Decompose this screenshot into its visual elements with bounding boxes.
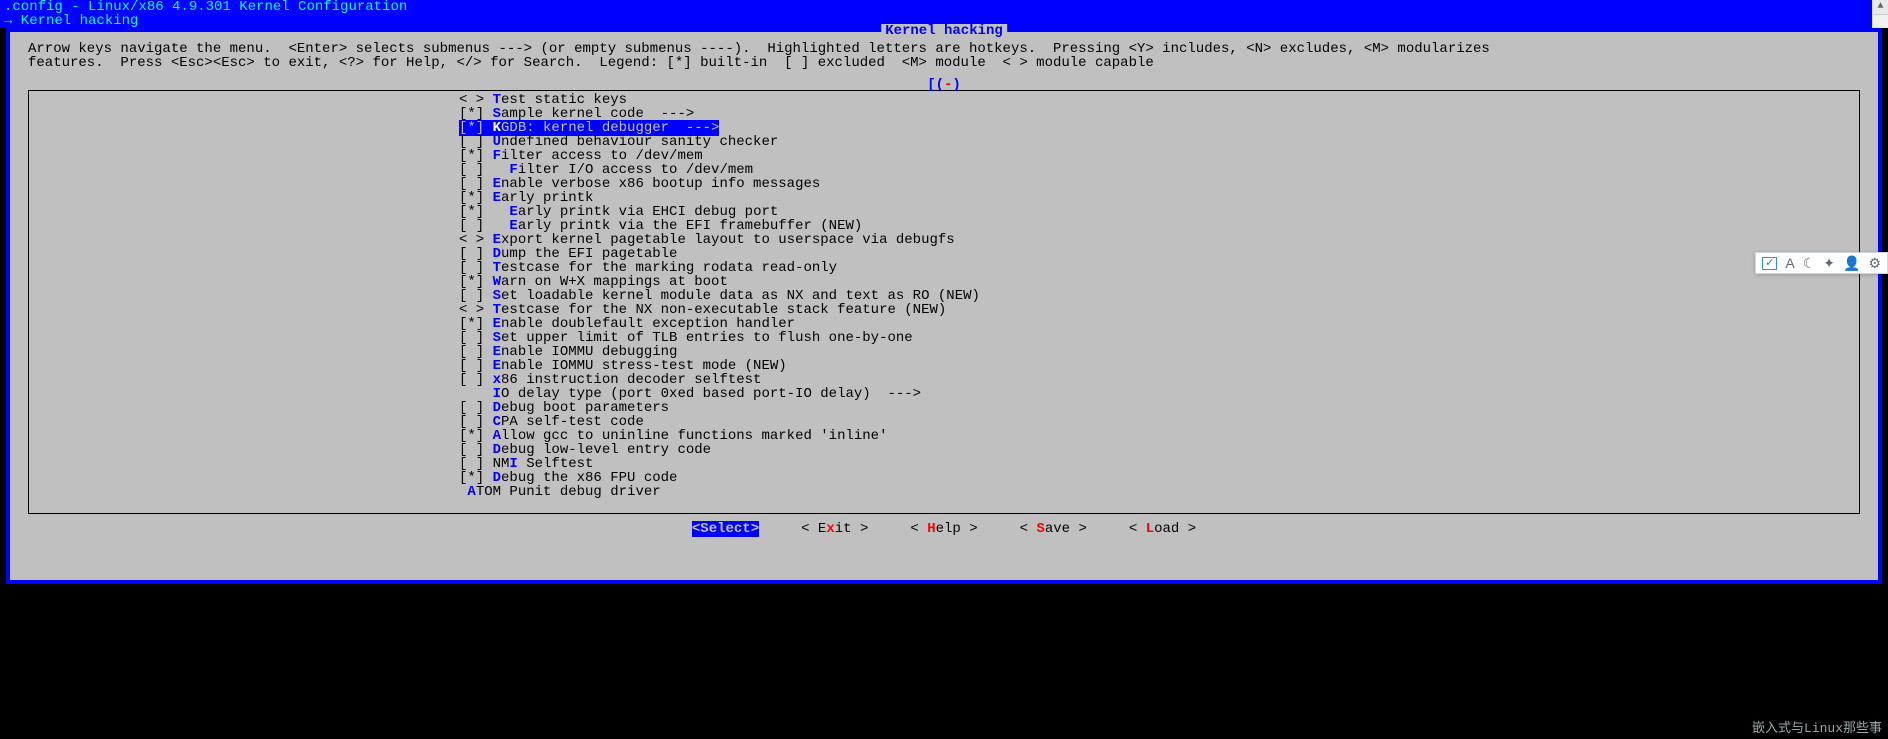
menu-item[interactable]: [*] Sample kernel code ---> <box>29 107 1859 121</box>
menu-item[interactable]: < > Test static keys <box>29 93 1859 107</box>
button-bar: <Select> < Exit > < Help > < Save > < Lo… <box>10 522 1878 536</box>
menu-item[interactable]: [ ] Filter I/O access to /dev/mem <box>29 163 1859 177</box>
menu-item[interactable]: [*] KGDB: kernel debugger ---> <box>29 121 1859 135</box>
load-button[interactable]: < Load > <box>1129 521 1196 537</box>
menu-item[interactable]: [*] Enable doublefault exception handler <box>29 317 1859 331</box>
save-button[interactable]: < Save > <box>1020 521 1087 537</box>
menu-item[interactable]: [ ] Early printk via the EFI framebuffer… <box>29 219 1859 233</box>
dialog-frame: Kernel hacking Arrow keys navigate the m… <box>6 28 1882 584</box>
menu-item[interactable]: [*] Warn on W+X mappings at boot <box>29 275 1859 289</box>
menu-item[interactable]: [ ] Set upper limit of TLB entries to fl… <box>29 331 1859 345</box>
menu-item[interactable]: [ ] Enable IOMMU stress-test mode (NEW) <box>29 359 1859 373</box>
menu-item[interactable]: [*] Debug the x86 FPU code <box>29 471 1859 485</box>
menu-item[interactable]: IO delay type (port 0xed based port-IO d… <box>29 387 1859 401</box>
font-icon[interactable]: A <box>1785 256 1794 270</box>
select-button[interactable]: <Select> <box>692 521 759 537</box>
section-title: Kernel hacking <box>881 24 1007 38</box>
exit-button[interactable]: < Exit > <box>801 521 868 537</box>
watermark: 嵌入式与Linux那些事 <box>1752 722 1882 735</box>
menu-item[interactable]: [ ] Enable IOMMU debugging <box>29 345 1859 359</box>
menu-list[interactable]: < > Test static keys[*] Sample kernel co… <box>28 90 1860 514</box>
menu-item[interactable]: [*] Early printk <box>29 191 1859 205</box>
menu-item[interactable]: [*] Allow gcc to uninline functions mark… <box>29 429 1859 443</box>
menu-item[interactable]: [ ] NMI Selftest <box>29 457 1859 471</box>
menu-item[interactable]: [ ] Testcase for the marking rodata read… <box>29 261 1859 275</box>
sparkle-icon[interactable]: ✦ <box>1823 256 1835 270</box>
menu-item[interactable]: [ ] CPA self-test code <box>29 415 1859 429</box>
menu-item[interactable]: [ ] Undefined behaviour sanity checker <box>29 135 1859 149</box>
menu-item[interactable]: < > Export kernel pagetable layout to us… <box>29 233 1859 247</box>
title-line-2: → Kernel hacking <box>4 13 138 29</box>
menu-item[interactable]: < > Testcase for the NX non-executable s… <box>29 303 1859 317</box>
menu-item[interactable]: [*] Filter access to /dev/mem <box>29 149 1859 163</box>
moon-icon[interactable]: ☾ <box>1803 256 1816 270</box>
menu-item[interactable]: [ ] Debug boot parameters <box>29 401 1859 415</box>
reader-check-icon[interactable]: ✓ <box>1762 257 1777 270</box>
browser-scrollbar[interactable] <box>1872 0 1888 28</box>
menu-item[interactable]: [ ] x86 instruction decoder selftest <box>29 373 1859 387</box>
menu-item[interactable]: [ ] Dump the EFI pagetable <box>29 247 1859 261</box>
person-icon[interactable]: 👤 <box>1843 256 1860 270</box>
menu-item[interactable]: ATOM Punit debug driver <box>29 485 1859 499</box>
menu-item[interactable]: [ ] Debug low-level entry code <box>29 443 1859 457</box>
help-button[interactable]: < Help > <box>910 521 977 537</box>
gear-icon[interactable]: ⚙ <box>1868 256 1881 270</box>
menu-item[interactable]: [ ] Enable verbose x86 bootup info messa… <box>29 177 1859 191</box>
menu-item[interactable]: [ ] Set loadable kernel module data as N… <box>29 289 1859 303</box>
browser-reader-toolbar[interactable]: ✓ A ☾ ✦ 👤 ⚙ <box>1755 252 1888 274</box>
menu-item[interactable]: [*] Early printk via EHCI debug port <box>29 205 1859 219</box>
